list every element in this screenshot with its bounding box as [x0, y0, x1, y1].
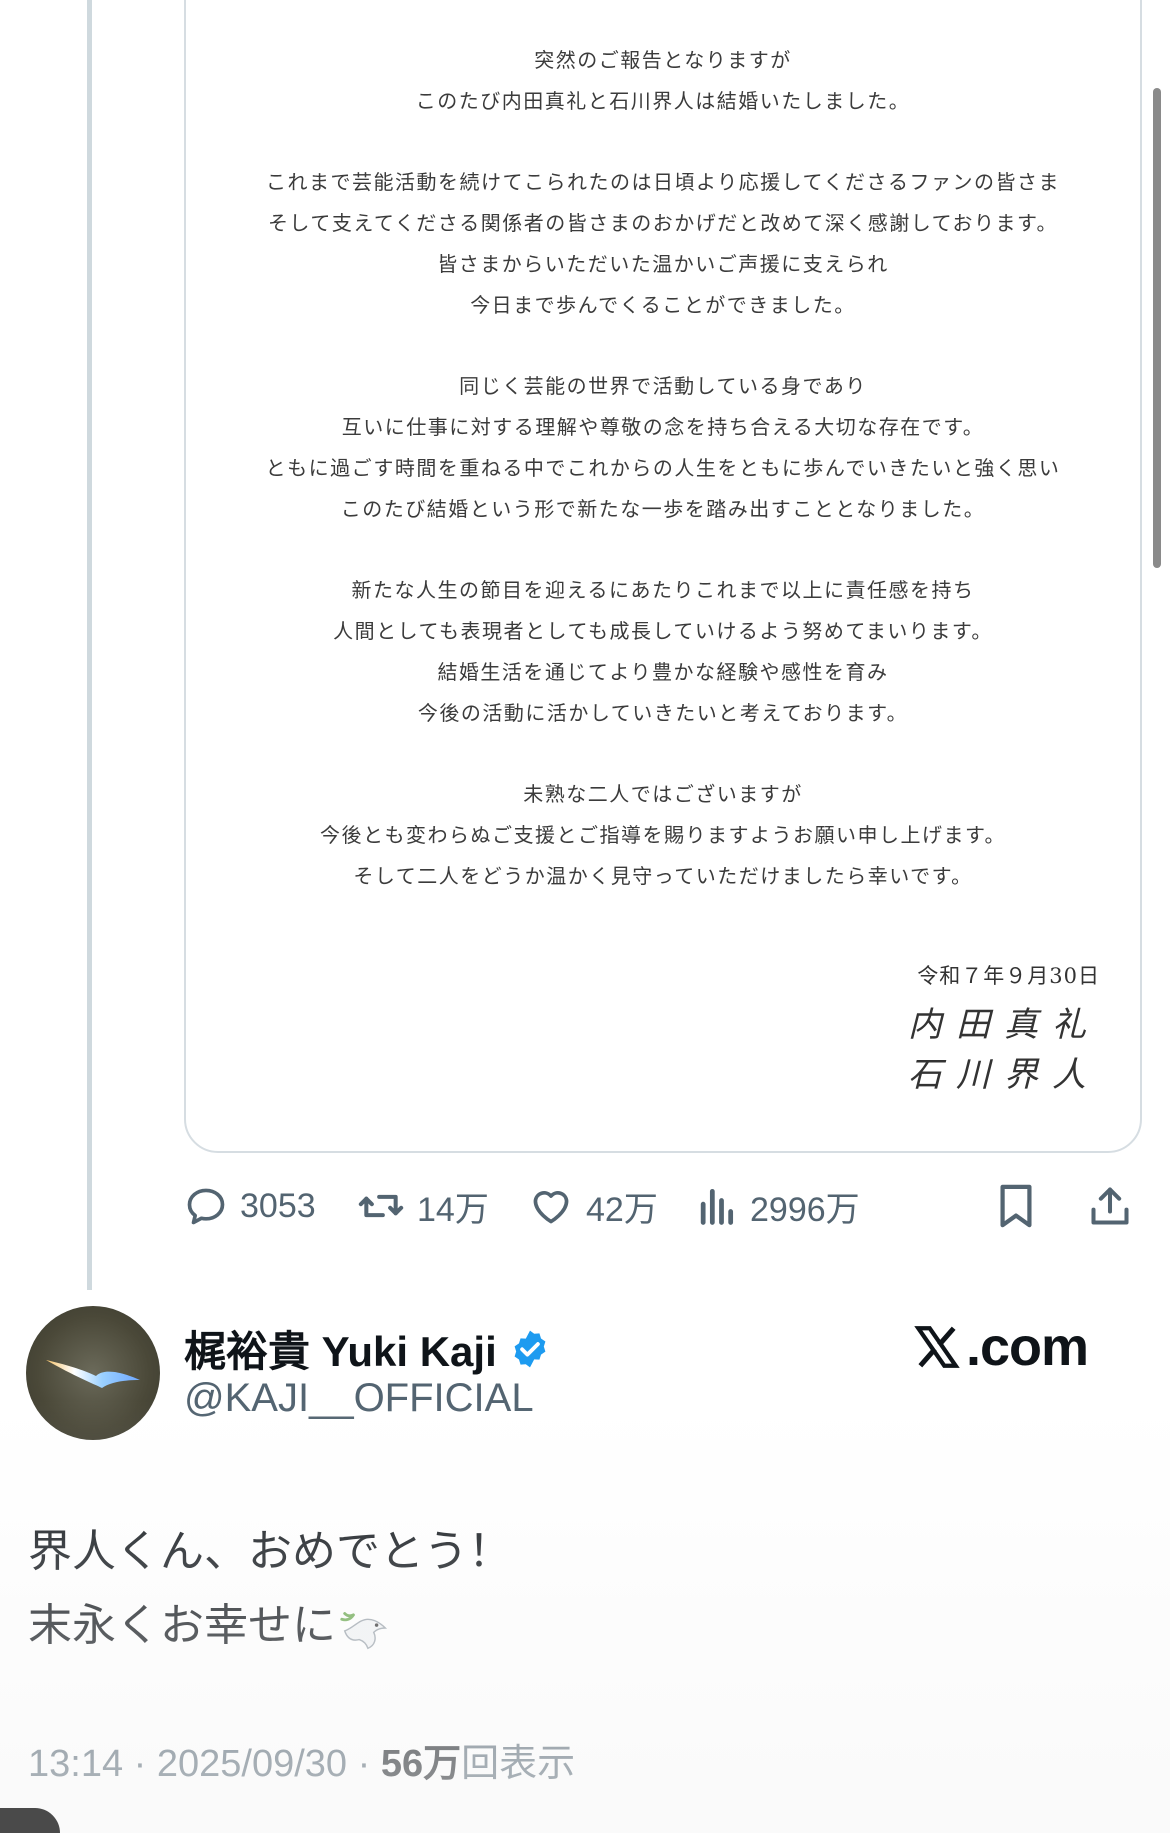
letter-paragraph: 新たな人生の節目を迎えるにあたりこれまで以上に責任感を持ち 人間としても表現者とし…	[184, 570, 1142, 734]
letter-line: これまで芸能活動を続けてこられたのは日頃より応援してくださるファンの皆さま	[266, 170, 1060, 194]
analytics-icon	[700, 1188, 734, 1225]
letter-line: 今後とも変わらぬご支援とご指導を賜りますようお願い申し上げます。	[320, 823, 1006, 847]
thread-connector-line	[87, 0, 92, 1290]
meta-separator-2: ·	[357, 1743, 371, 1785]
tweet-views-label: 回表示	[461, 1743, 576, 1785]
x-com-text: .com	[966, 1317, 1089, 1377]
reply-button[interactable]: 3053	[184, 1178, 316, 1234]
signature-ishikawa: 石川界人	[908, 1055, 1100, 1095]
repost-button[interactable]: 14万	[357, 1178, 489, 1234]
dove-icon	[340, 1612, 388, 1650]
heart-icon	[533, 1191, 569, 1224]
signature-uchida: 内田真礼	[908, 1005, 1100, 1045]
tweet-time[interactable]: 13:14	[28, 1743, 123, 1785]
letter-line: 互いに仕事に対する理解や尊敬の念を持ち合える大切な存在です。	[341, 415, 985, 439]
letter-line: 皆さまからいただいた温かいご声援に支えられ	[437, 252, 889, 276]
letter-line: 新たな人生の節目を迎えるにあたりこれまで以上に責任感を持ち	[351, 578, 975, 602]
letter-line: そして支えてくださる関係者の皆さまのおかげだと改めて深く感謝しております。	[267, 211, 1059, 235]
views-count: 2996万	[750, 1190, 860, 1229]
author-name-text: 梶裕貴 Yuki Kaji	[184, 1328, 497, 1375]
tweet-action-bar: 3053 14万 42万 2996万	[184, 1178, 1144, 1234]
screen-corner	[0, 1808, 60, 1833]
tweet-date[interactable]: 2025/09/30	[157, 1743, 347, 1785]
letter-line: 同じく芸能の世界で活動している身であり	[459, 374, 867, 398]
reply-count: 3053	[240, 1186, 316, 1225]
tweet-views-count: 56万	[380, 1743, 462, 1785]
tweet-meta: 13:14 · 2025/09/30 · 56万回表示	[28, 1732, 575, 1787]
share-button[interactable]	[1088, 1178, 1132, 1234]
tweet-line-2-text: 末永くお幸せに	[28, 1600, 336, 1651]
letter-line: このたび内田真礼と石川界人は結婚いたしました。	[415, 89, 911, 113]
like-button[interactable]: 42万	[528, 1178, 658, 1234]
letter-paragraph: これまで芸能活動を続けてこられたのは日頃より応援してくださるファンの皆さま そして…	[184, 162, 1142, 326]
x-com-watermark: .com	[912, 1316, 1089, 1378]
meta-separator-1: ·	[133, 1743, 147, 1785]
letter-line: このたび結婚という形で新たな一歩を踏み出すこととなりました。	[340, 497, 986, 521]
tweet-line-1: 界人くん、おめでとう！	[28, 1526, 512, 1577]
views-button[interactable]: 2996万	[694, 1178, 860, 1234]
handwritten-signatures: 内田真礼 石川界人	[900, 1000, 1100, 1100]
letter-line: 未熟な二人ではございますが	[523, 782, 803, 806]
avatar[interactable]	[26, 1306, 160, 1440]
letter-line: 人間としても表現者としても成長していけるよう努めてまいります。	[333, 619, 993, 643]
author-handle[interactable]: @KAJI__OFFICIAL	[184, 1376, 534, 1421]
letter-paragraph: 未熟な二人ではございますが今後とも変わらぬご支援とご指導を賜りますようお願い申し…	[184, 774, 1142, 897]
scrollbar[interactable]	[1153, 88, 1161, 568]
letter-line: 結婚生活を通じてより豊かな経験や感性を育み	[437, 660, 889, 684]
bird-silhouette-icon	[46, 1360, 140, 1388]
announcement-letter: 突然のご報告となりますがこのたび内田真礼と石川界人は結婚いたしました。これまで芸…	[184, 40, 1142, 937]
letter-paragraph: 突然のご報告となりますがこのたび内田真礼と石川界人は結婚いたしました。	[184, 40, 1142, 122]
letter-line: 突然のご報告となりますが	[534, 48, 792, 72]
tweet-body: 界人くん、おめでとう！ 末永くお幸せに	[28, 1515, 512, 1663]
like-count: 42万	[586, 1190, 658, 1229]
bookmark-icon	[1000, 1184, 1032, 1228]
letter-line: 今日まで歩んでくることができました。	[470, 293, 856, 317]
verified-badge-icon	[514, 1330, 546, 1367]
tweet-line-2: 末永くお幸せに	[28, 1589, 512, 1663]
x-logo-icon	[914, 1326, 960, 1368]
share-icon	[1091, 1187, 1129, 1225]
author-display-name[interactable]: 梶裕貴 Yuki Kaji	[184, 1318, 551, 1379]
bookmark-button[interactable]	[996, 1178, 1036, 1234]
letter-line: 今後の活動に活かしていきたいと考えております。	[417, 701, 909, 725]
letter-line: そして二人をどうか温かく見守っていただけましたら幸いです。	[353, 864, 973, 888]
repost-count: 14万	[417, 1190, 489, 1229]
letter-paragraph: 同じく芸能の世界で活動している身であり互いに仕事に対する理解や尊敬の念を持ち合え…	[184, 366, 1142, 530]
repost-icon	[358, 1194, 404, 1218]
reply-icon	[187, 1188, 225, 1225]
letter-line: ともに過ごす時間を重ねる中でこれからの人生をともに歩んでいきたいと強く思い	[265, 456, 1061, 480]
letter-date: 令和７年９月30日	[917, 964, 1100, 988]
